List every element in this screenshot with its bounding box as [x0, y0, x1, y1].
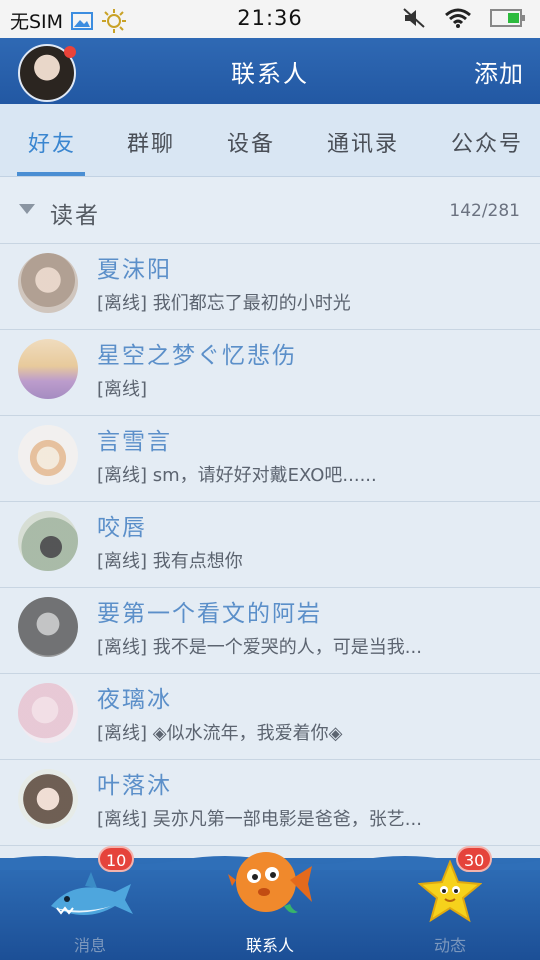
- contact-row[interactable]: 言雪言 [离线] sm，请好好对戴EXO吧......: [0, 416, 540, 502]
- contact-row[interactable]: 星空之梦ぐ忆悲伤 [离线]: [0, 330, 540, 416]
- expand-triangle-icon: [19, 204, 35, 214]
- tab-devices[interactable]: 设备: [227, 126, 275, 158]
- contact-name: 言雪言: [97, 429, 172, 455]
- battery-icon: [490, 9, 525, 27]
- tab-official-accounts[interactable]: 公众号: [451, 126, 523, 158]
- active-tab-indicator: [17, 172, 85, 176]
- contact-row[interactable]: 叶落沐 [离线] 吴亦凡第一部电影是爸爸，张艺...: [0, 760, 540, 846]
- contact-row[interactable]: 咬唇 [离线] 我有点想你: [0, 502, 540, 588]
- contact-list: 夏沫阳 [离线] 我们都忘了最初的小时光 星空之梦ぐ忆悲伤 [离线] 言雪言 […: [0, 244, 540, 846]
- status-bar: 无SIM 21:36: [0, 0, 540, 38]
- contact-name: 叶落沐: [97, 773, 172, 799]
- mute-icon: [403, 8, 425, 28]
- group-header[interactable]: 读者 142/281: [0, 177, 540, 244]
- shark-icon: [51, 872, 133, 915]
- tab-friends[interactable]: 好友: [28, 126, 76, 158]
- nav-feed-label: 动态: [433, 936, 466, 955]
- add-button[interactable]: 添加: [474, 54, 524, 89]
- tab-address-book[interactable]: 通讯录: [327, 126, 399, 158]
- nav-messages[interactable]: 10 消息: [0, 846, 180, 960]
- contact-avatar: [18, 769, 78, 829]
- contact-status: [离线]: [97, 379, 148, 400]
- contact-status: [离线] 我不是一个爱哭的人，可是当我...: [97, 637, 422, 658]
- contact-name: 咬唇: [97, 515, 147, 541]
- contact-avatar: [18, 425, 78, 485]
- contact-row[interactable]: 夏沫阳 [离线] 我们都忘了最初的小时光: [0, 244, 540, 330]
- tab-bar: 好友 群聊 设备 通讯录 公众号: [0, 104, 540, 177]
- contact-name: 要第一个看文的阿岩: [97, 601, 322, 627]
- bottom-nav: 10 消息 联系人 30 动态: [0, 846, 540, 960]
- app-header: 联系人 添加: [0, 38, 540, 104]
- contact-avatar: [18, 683, 78, 743]
- group-online-count: 142/281: [449, 201, 520, 221]
- wifi-icon: [445, 8, 471, 28]
- nav-feed[interactable]: 30 动态: [360, 846, 540, 960]
- contact-status: [离线] 我们都忘了最初的小时光: [97, 293, 351, 314]
- page-title: 联系人: [231, 60, 309, 88]
- contact-avatar: [18, 597, 78, 657]
- contact-avatar: [18, 339, 78, 399]
- feed-badge: 30: [456, 846, 493, 872]
- contact-status: [离线] 吴亦凡第一部电影是爸爸，张艺...: [97, 809, 422, 830]
- contact-name: 夏沫阳: [97, 257, 172, 283]
- tab-group-chats[interactable]: 群聊: [127, 126, 175, 158]
- nav-contacts-label: 联系人: [245, 936, 294, 955]
- nav-messages-label: 消息: [73, 936, 106, 955]
- nav-contacts[interactable]: 联系人: [180, 852, 360, 960]
- group-name: 读者: [50, 203, 100, 229]
- contact-name: 星空之梦ぐ忆悲伤: [97, 343, 297, 369]
- contact-avatar: [18, 253, 78, 313]
- contact-row[interactable]: 要第一个看文的阿岩 [离线] 我不是一个爱哭的人，可是当我...: [0, 588, 540, 674]
- messages-badge: 10: [98, 846, 135, 872]
- contact-status: [离线] sm，请好好对戴EXO吧......: [97, 465, 377, 486]
- contact-status: [离线] ◈似水流年，我爱着你◈: [97, 723, 343, 744]
- contact-avatar: [18, 511, 78, 571]
- contact-row[interactable]: 夜璃冰 [离线] ◈似水流年，我爱着你◈: [0, 674, 540, 760]
- contact-status: [离线] 我有点想你: [97, 551, 243, 572]
- fish-icon: [228, 852, 312, 914]
- contact-name: 夜璃冰: [97, 687, 172, 713]
